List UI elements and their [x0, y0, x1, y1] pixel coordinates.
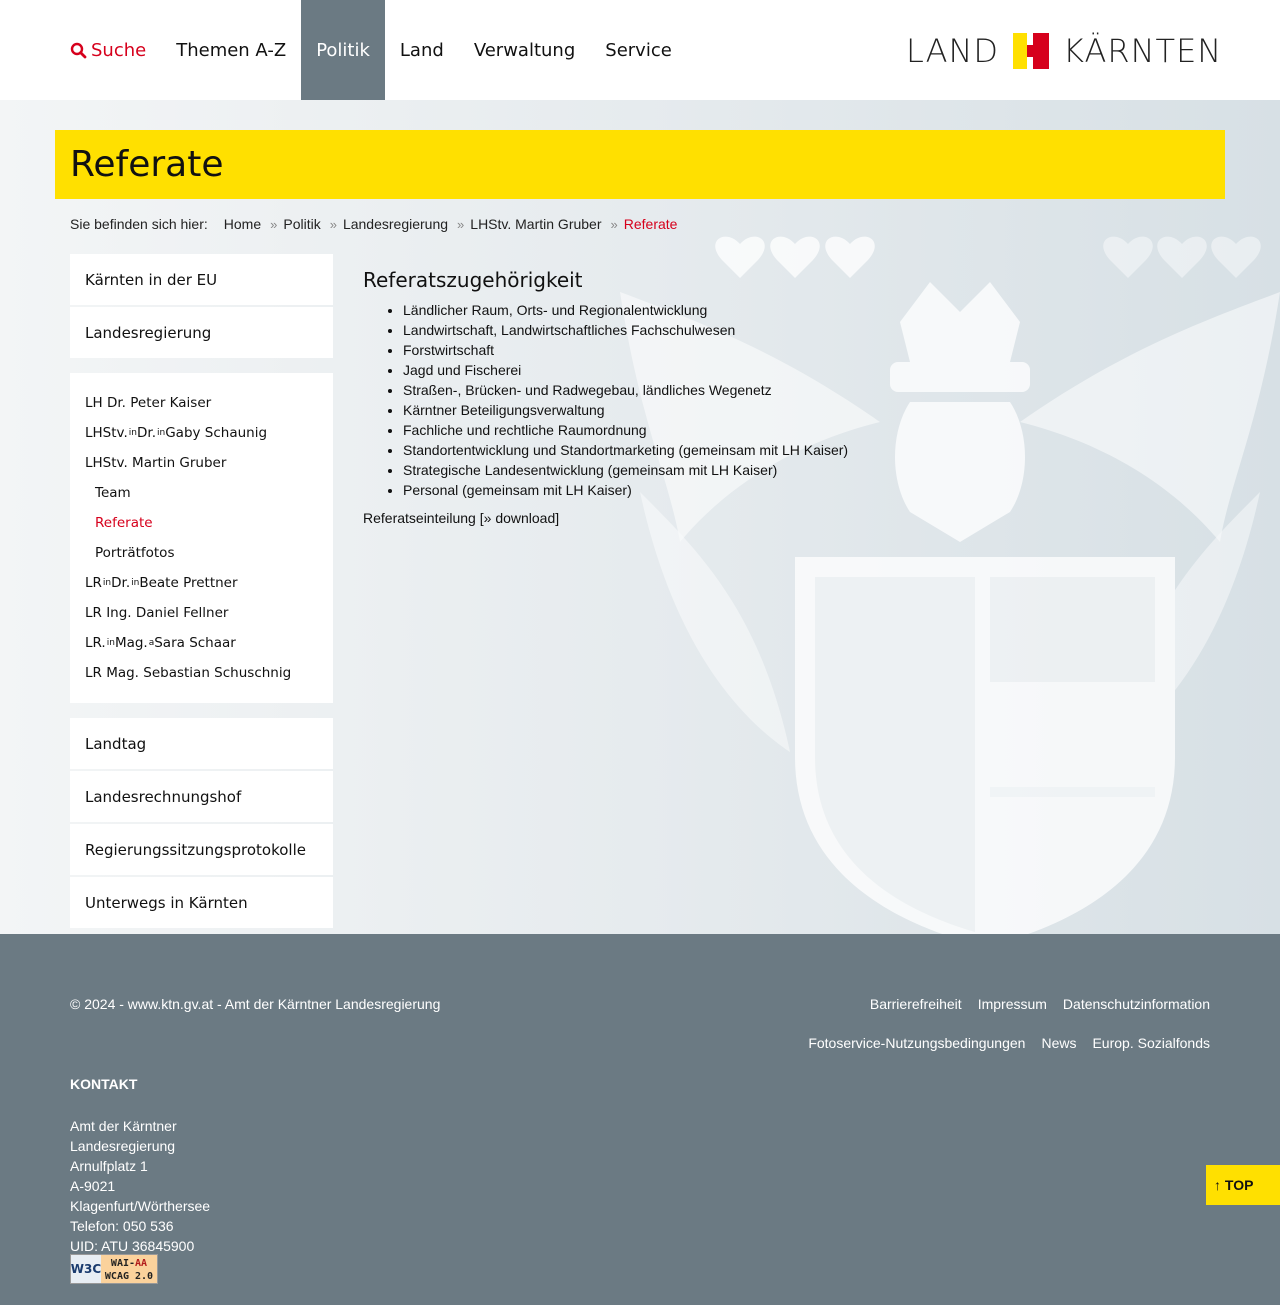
footer-links: Barrierefreiheit Impressum Datenschutzin… — [790, 996, 1210, 1051]
sidebar-item-protokolle[interactable]: Regierungssitzungsprotokolle — [70, 824, 333, 875]
breadcrumb-current: Referate — [623, 216, 678, 232]
footer-link-news[interactable]: News — [1041, 1035, 1076, 1051]
nav-search-label: Suche — [91, 39, 147, 61]
list-item: Straßen-, Brücken- und Radwegebau, ländl… — [403, 380, 963, 400]
list-item: Ländlicher Raum, Orts- und Regionalentwi… — [403, 300, 963, 320]
kontakt-address: Amt der Kärntner Landesregierung Arnulfp… — [70, 1118, 211, 1254]
content-heading: Referatszugehörigkeit — [363, 268, 583, 292]
site-footer: © 2024 - www.ktn.gv.at - Amt der Kärntne… — [0, 934, 1280, 1305]
page-title: Referate — [70, 144, 224, 185]
main-content: Referatszugehörigkeit Ländlicher Raum, O… — [363, 268, 963, 526]
list-item: Jagd und Fischerei — [403, 360, 963, 380]
chevron-right-icon: » — [329, 216, 337, 232]
sidebar-item-schaar[interactable]: LR. in Mag. a Sara Schaar — [70, 628, 333, 658]
sidebar-item-landtag[interactable]: Landtag — [70, 718, 333, 769]
main-nav: Suche Themen A-Z Politik Land Verwaltung… — [55, 0, 687, 100]
sidebar-item-referate[interactable]: Referate — [70, 508, 333, 538]
footer-link-datenschutz[interactable]: Datenschutzinformation — [1063, 996, 1210, 1012]
back-to-top-button[interactable]: ↑ TOP — [1206, 1165, 1280, 1205]
list-item: Strategische Landesentwicklung (gemeinsa… — [403, 460, 963, 480]
search-icon — [70, 42, 87, 59]
breadcrumb-lead: Sie befinden sich hier: — [70, 216, 208, 232]
sidebar-item-prettner[interactable]: LR in Dr. in Beate Prettner — [70, 568, 333, 598]
wcag-badge[interactable]: W3C WAI-AA WCAG 2.0 — [70, 1254, 158, 1284]
chevron-right-icon: » — [270, 216, 278, 232]
chevron-right-icon: » — [610, 216, 618, 232]
list-item: Fachliche und rechtliche Raumordnung — [403, 420, 963, 440]
sidebar-submenu: LH Dr. Peter Kaiser LHStv. in Dr. in Gaby … — [70, 373, 333, 703]
sidebar-item-fellner[interactable]: LR Ing. Daniel Fellner — [70, 598, 333, 628]
footer-link-fotoservice[interactable]: Fotoservice-Nutzungsbedingungen — [808, 1035, 1025, 1051]
referate-list: Ländlicher Raum, Orts- und Regionalentwi… — [403, 300, 963, 500]
sidebar-item-gruber[interactable]: LHStv. Martin Gruber — [70, 448, 333, 478]
nav-verwaltung[interactable]: Verwaltung — [459, 0, 590, 100]
nav-politik[interactable]: Politik — [301, 0, 385, 100]
breadcrumb-politik[interactable]: Politik — [283, 216, 320, 232]
list-item: Standortentwicklung und Standortmarketin… — [403, 440, 963, 460]
sidebar-item-schaunig[interactable]: LHStv. in Dr. in Gaby Schaunig — [70, 418, 333, 448]
nav-service[interactable]: Service — [590, 0, 687, 100]
logo-mark-icon — [1013, 33, 1050, 69]
footer-link-impressum[interactable]: Impressum — [978, 996, 1047, 1012]
breadcrumb: Sie befinden sich hier: Home » Politik »… — [70, 215, 677, 233]
logo-text-kaernten: KÄRNTEN — [1063, 32, 1223, 70]
nav-search[interactable]: Suche — [55, 0, 161, 100]
sidebar-item-kaiser[interactable]: LH Dr. Peter Kaiser — [70, 388, 333, 418]
nav-themen[interactable]: Themen A-Z — [161, 0, 301, 100]
download-link[interactable]: » download — [484, 510, 556, 526]
site-logo[interactable]: LAND KÄRNTEN — [906, 32, 1223, 70]
kontakt-heading: KONTAKT — [70, 1076, 138, 1092]
breadcrumb-gruber[interactable]: LHStv. Martin Gruber — [470, 216, 601, 232]
logo-text-land: LAND — [906, 32, 1000, 70]
breadcrumb-landesregierung[interactable]: Landesregierung — [343, 216, 448, 232]
sidebar-item-landesregierung[interactable]: Landesregierung — [70, 307, 333, 358]
sidebar-item-portraetfotos[interactable]: Porträtfotos — [70, 538, 333, 568]
list-item: Landwirtschaft, Landwirtschaftliches Fac… — [403, 320, 963, 340]
list-item: Personal (gemeinsam mit LH Kaiser) — [403, 480, 963, 500]
sidebar-item-team[interactable]: Team — [70, 478, 333, 508]
footer-link-sozialfonds[interactable]: Europ. Sozialfonds — [1092, 1035, 1210, 1051]
sidebar-nav: Kärnten in der EU Landesregierung LH Dr.… — [70, 254, 333, 930]
copyright: © 2024 - www.ktn.gv.at - Amt der Kärntne… — [70, 996, 441, 1012]
w3c-logo: W3C — [71, 1255, 101, 1283]
list-item: Kärntner Beteiligungsverwaltung — [403, 400, 963, 420]
download-line: Referatseinteilung [» download] — [363, 510, 560, 526]
sidebar-item-schuschnig[interactable]: LR Mag. Sebastian Schuschnig — [70, 658, 333, 688]
page-title-bar: Referate — [55, 130, 1225, 199]
sidebar-item-unterwegs[interactable]: Unterwegs in Kärnten — [70, 877, 333, 928]
sidebar-item-landesrechnungshof[interactable]: Landesrechnungshof — [70, 771, 333, 822]
breadcrumb-home[interactable]: Home — [224, 216, 261, 232]
footer-link-barrierefreiheit[interactable]: Barrierefreiheit — [870, 996, 962, 1012]
sidebar-item-eu[interactable]: Kärnten in der EU — [70, 254, 333, 305]
list-item: Forstwirtschaft — [403, 340, 963, 360]
site-header: Suche Themen A-Z Politik Land Verwaltung… — [0, 0, 1280, 100]
nav-land[interactable]: Land — [385, 0, 459, 100]
chevron-right-icon: » — [457, 216, 465, 232]
